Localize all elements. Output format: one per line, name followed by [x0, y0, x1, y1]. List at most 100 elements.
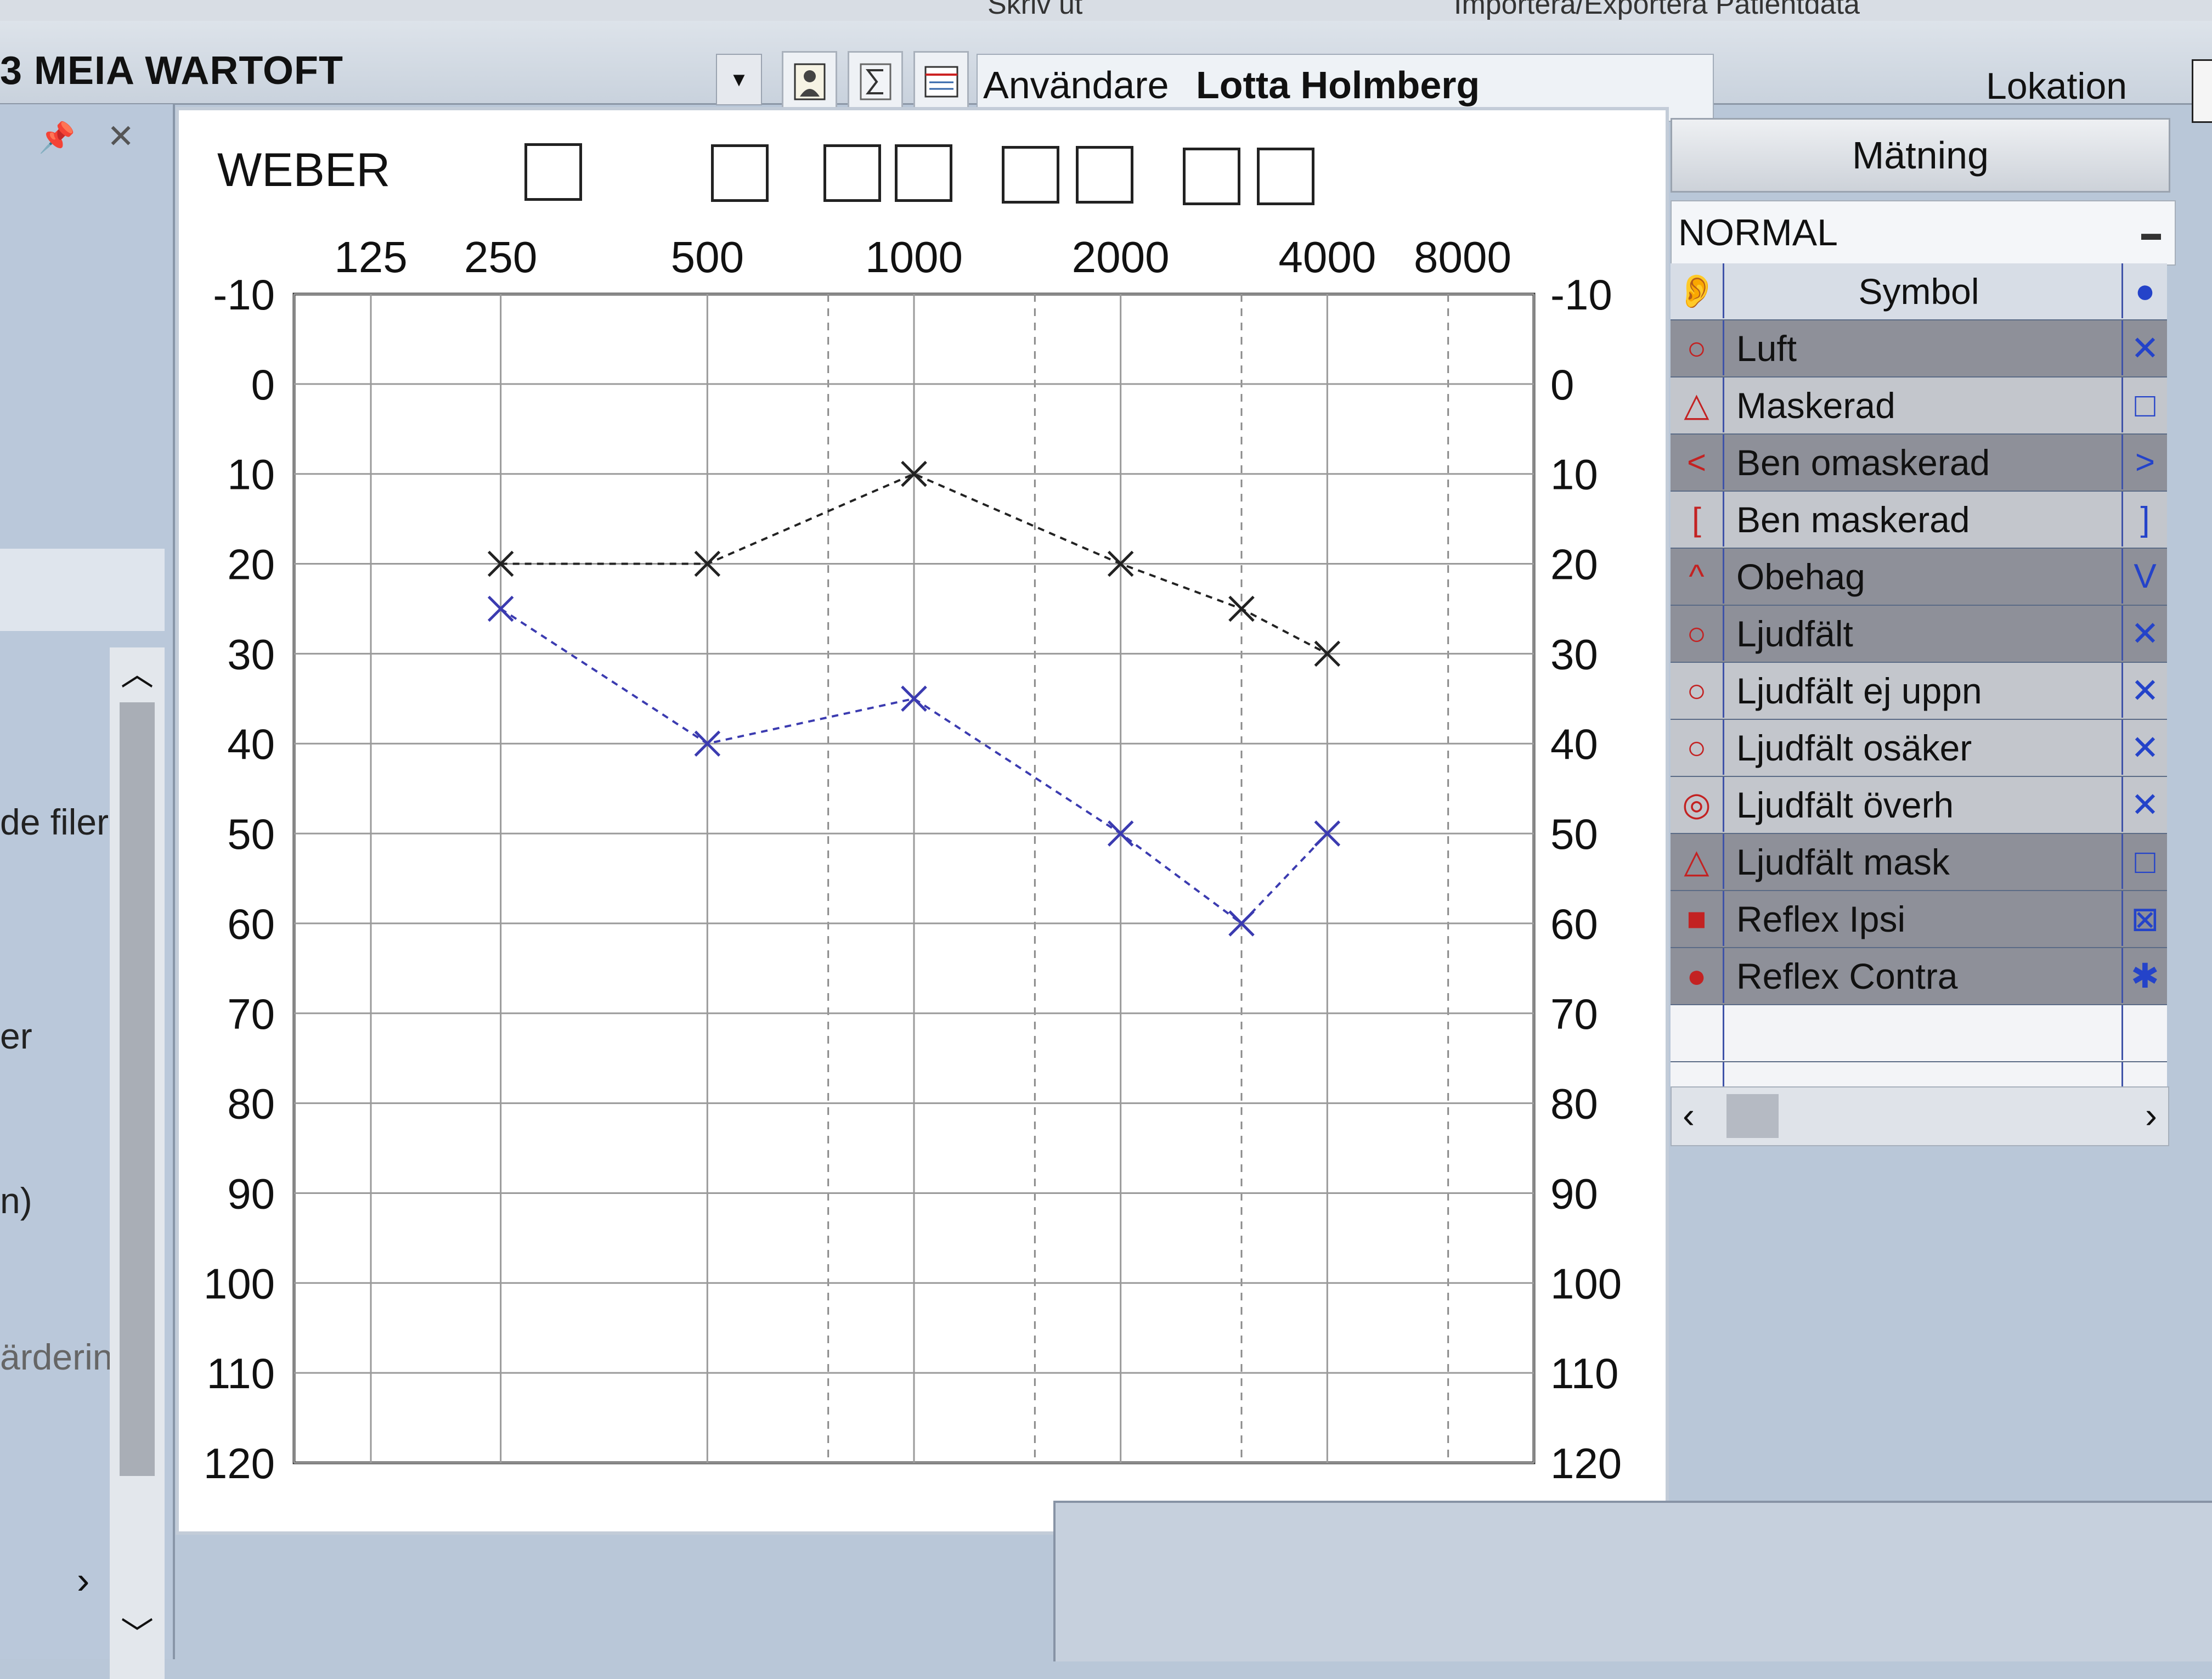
- db-tick-right: 90: [1550, 1169, 1598, 1218]
- right-symbol-icon: ✕: [2121, 720, 2167, 775]
- db-tick-right: -10: [1550, 271, 1612, 319]
- symbol-row[interactable]: ◎ Ljudfält överh ✕: [1671, 777, 2167, 834]
- menu-import-export[interactable]: Importera/Exportera Patientdata: [1454, 0, 1860, 21]
- db-tick-right: 70: [1550, 990, 1598, 1038]
- left-text-2[interactable]: er: [0, 1015, 32, 1057]
- symbol-row[interactable]: < Ben omaskerad >: [1671, 435, 2167, 492]
- frequency-tick-label: 125: [334, 233, 407, 281]
- frequency-tick-label: 4000: [1278, 233, 1376, 281]
- chart-icon: [924, 66, 958, 97]
- db-tick-left: 100: [204, 1259, 275, 1308]
- chevron-down-icon: ▬: [2141, 222, 2161, 244]
- symbol-row-label: Ljudfält ej uppn: [1736, 671, 1982, 711]
- right-symbol-icon: V: [2121, 549, 2167, 604]
- top-menu-bar: Skriv ut Importera/Exportera Patientdata: [0, 0, 2212, 22]
- chevron-right-icon[interactable]: ›: [2145, 1094, 2157, 1136]
- legend-horizontal-scrollbar[interactable]: ‹ ›: [1671, 1086, 2169, 1146]
- db-tick-left: 70: [227, 990, 275, 1038]
- right-symbol-icon: ✕: [2121, 663, 2167, 718]
- symbol-row-label: Obehag: [1736, 556, 1865, 597]
- right-symbol-icon: □: [2121, 378, 2167, 432]
- patient-dropdown-button[interactable]: ▼: [716, 54, 762, 105]
- symbol-row[interactable]: ● Reflex Contra ✱: [1671, 948, 2167, 1005]
- db-tick-right: 30: [1550, 630, 1598, 678]
- symbol-row[interactable]: ■ Reflex Ipsi ⊠: [1671, 891, 2167, 948]
- left-symbol-icon: ○: [1671, 606, 1724, 661]
- symbol-row[interactable]: ○ Luft ✕: [1671, 320, 2167, 378]
- db-tick-left: 40: [227, 720, 275, 768]
- symbol-row[interactable]: ^ Obehag V: [1671, 549, 2167, 606]
- right-symbol-icon: ⊠: [2121, 891, 2167, 946]
- chevron-down-icon: ▼: [729, 68, 749, 91]
- right-symbol-icon: ✕: [2121, 777, 2167, 832]
- left-vertical-scrollbar[interactable]: ︿ ﹀: [110, 647, 165, 1679]
- right-symbol-icon: ✕: [2121, 320, 2167, 375]
- db-tick-left: 30: [227, 630, 275, 678]
- scrollbar-thumb[interactable]: [1726, 1094, 1779, 1138]
- edge-field[interactable]: [2192, 59, 2212, 123]
- db-tick-left: 10: [227, 450, 275, 499]
- left-symbol-icon: ^: [1671, 549, 1724, 604]
- db-tick-right: 20: [1550, 540, 1598, 589]
- close-icon[interactable]: ✕: [107, 117, 134, 156]
- db-tick-left: 50: [227, 810, 275, 858]
- symbol-row[interactable]: ○ Ljudfält ej uppn ✕: [1671, 663, 2167, 720]
- db-tick-right: 120: [1550, 1439, 1622, 1488]
- scrollbar-thumb[interactable]: [120, 702, 155, 1476]
- left-symbol-icon: ○: [1671, 663, 1724, 718]
- empty-cell: [2121, 1005, 2167, 1060]
- left-text-1[interactable]: de filer: [0, 801, 109, 843]
- symbol-row-empty[interactable]: [1671, 1005, 2167, 1062]
- audiogram-chart[interactable]: -10 -10 0 0 10 10 20 20 30 30 40 40 50 50 60 60 70 70 80 80…: [179, 110, 1660, 1526]
- right-symbol-icon: ]: [2121, 492, 2167, 546]
- symbol-row-label: Ljudfält mask: [1736, 842, 1950, 882]
- db-tick-right: 50: [1550, 810, 1598, 858]
- symbol-row-label: Maskerad: [1736, 385, 1895, 426]
- right-symbol-icon: ✕: [2121, 606, 2167, 661]
- chevron-left-icon[interactable]: ‹: [1683, 1094, 1695, 1136]
- symbol-row-label: Ljudfält osäker: [1736, 728, 1972, 768]
- chevron-down-icon[interactable]: ﹀: [121, 1608, 154, 1655]
- symbol-row-label: Luft: [1736, 328, 1797, 369]
- sigma-button[interactable]: [848, 51, 903, 112]
- db-tick-right: 100: [1550, 1259, 1622, 1308]
- pin-icon[interactable]: 📌: [38, 121, 75, 155]
- symbol-row-label: Ljudfält överh: [1736, 785, 1954, 825]
- chevron-up-icon[interactable]: ︿: [121, 647, 154, 695]
- frequency-tick-label: 1000: [865, 233, 963, 281]
- db-tick-left: -10: [213, 271, 275, 319]
- symbol-row[interactable]: [ Ben maskerad]: [1671, 492, 2167, 549]
- symbol-table-header: 👂 Symbol ●: [1671, 263, 2167, 320]
- symbol-row[interactable]: △ Maskerad □: [1671, 378, 2167, 435]
- person-button[interactable]: [782, 51, 837, 112]
- menu-print[interactable]: Skriv ut: [988, 0, 1082, 21]
- symbol-row-label: Ben maskerad: [1736, 499, 1970, 540]
- db-tick-left: 90: [227, 1169, 275, 1218]
- left-symbol-icon: ○: [1671, 720, 1724, 775]
- empty-cell: [1671, 1005, 1724, 1060]
- symbol-row-label: Reflex Ipsi: [1736, 899, 1906, 939]
- symbol-row-label: Ben omaskerad: [1736, 442, 1990, 483]
- symbol-row[interactable]: △ Ljudfält mask □: [1671, 834, 2167, 891]
- db-tick-left: 120: [204, 1439, 275, 1488]
- sigma-icon: [860, 63, 891, 100]
- db-tick-right: 60: [1550, 900, 1598, 948]
- left-symbol-icon: ◎: [1671, 777, 1724, 832]
- person-icon: [794, 63, 825, 100]
- right-symbol-icon: ✱: [2121, 948, 2167, 1003]
- frequency-tick-label: 500: [671, 233, 744, 281]
- measurement-mode-select[interactable]: NORMAL ▬: [1671, 200, 2176, 266]
- db-tick-right: 80: [1550, 1080, 1598, 1128]
- db-tick-right: 0: [1550, 360, 1574, 409]
- symbol-header-label: Symbol: [1858, 271, 1979, 312]
- chevron-right-icon[interactable]: ›: [77, 1558, 89, 1602]
- matning-header[interactable]: Mätning: [1671, 118, 2170, 193]
- symbol-row[interactable]: ○ Ljudfält ✕: [1671, 606, 2167, 663]
- db-tick-left: 110: [207, 1349, 275, 1398]
- left-text-4[interactable]: ärderin: [0, 1336, 112, 1378]
- symbol-row-label: Ljudfält: [1736, 613, 1853, 654]
- chart-button[interactable]: [913, 51, 969, 112]
- left-text-3[interactable]: n): [0, 1180, 32, 1221]
- symbol-row[interactable]: ○ Ljudfält osäker ✕: [1671, 720, 2167, 777]
- left-symbol-icon: [: [1671, 492, 1724, 546]
